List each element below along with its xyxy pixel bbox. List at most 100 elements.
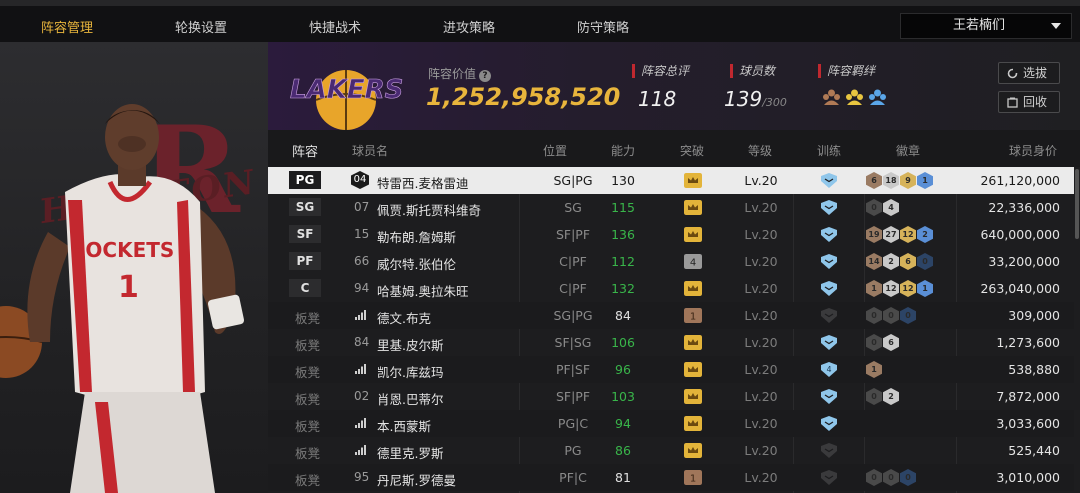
table-row[interactable]: 板凳 02 肖恩.巴蒂尔 SF|PF 103 Lv.20 02 7,872,00… — [268, 383, 1080, 410]
lineup-slot: SF — [289, 225, 321, 243]
badge-icon[interactable]: 18 — [883, 172, 899, 189]
training-icon[interactable] — [819, 281, 839, 296]
player-value: 3,010,000 — [996, 470, 1060, 485]
training-icon[interactable] — [819, 227, 839, 242]
player-ability: 84 — [615, 308, 631, 323]
table-row[interactable]: 板凳 84 里基.皮尔斯 SF|SG 106 Lv.20 06 1,273,60… — [268, 329, 1080, 356]
recycle-button[interactable]: 回收 — [998, 91, 1060, 113]
badge-icon[interactable]: 2 — [883, 253, 899, 270]
table-row[interactable]: C 94 哈基姆.奥拉朱旺 C|PF 132 Lv.20 1 12 12 1 263,… — [268, 275, 1080, 302]
badge-icon[interactable]: 19 — [866, 226, 882, 243]
tab-rotation[interactable]: 轮换设置 — [134, 12, 268, 46]
badge-icon[interactable]: 1 — [866, 361, 882, 378]
table-row[interactable]: PG 04 特雷西.麦格雷迪 SG|PG 130 Lv.20 6 18 9 1 261… — [268, 167, 1080, 194]
table-row[interactable]: PF 66 威尔特.张伯伦 C|PF 112 4 Lv.20 14 2 6 0 33,… — [268, 248, 1080, 275]
table-row[interactable]: SF 15 勒布朗.詹姆斯 SF|PF 136 Lv.20 19 27 12 2 64… — [268, 221, 1080, 248]
player-count-stat: 球员数 139/300 — [724, 64, 787, 111]
signal-icon — [355, 364, 366, 374]
table-row[interactable]: 板凳 凯尔.库兹玛 PF|SF 96 Lv.20 4 1 538,880 — [268, 356, 1080, 383]
training-icon[interactable] — [819, 173, 839, 188]
tab-defense[interactable]: 防守策略 — [536, 12, 670, 46]
training-icon[interactable] — [819, 389, 839, 404]
badge-icon[interactable]: 1 — [917, 172, 933, 189]
player-name: 德文.布克 — [377, 311, 431, 326]
badge-list: 000 — [866, 307, 916, 324]
table-row[interactable]: 板凳 德里克.罗斯 PG 86 Lv.20 525,440 — [268, 437, 1080, 464]
player-level: Lv.20 — [744, 443, 778, 458]
badge-list: 1 — [866, 361, 882, 378]
badge-icon[interactable]: 12 — [883, 280, 899, 297]
badge-icon[interactable]: 0 — [900, 469, 916, 486]
badge-icon[interactable]: 1 — [866, 280, 882, 297]
col-position[interactable]: 位置 — [543, 142, 567, 159]
scrollbar-thumb[interactable] — [1075, 169, 1079, 239]
jersey-number: 95 — [354, 470, 370, 484]
training-inactive-icon[interactable] — [819, 470, 839, 485]
training-icon[interactable] — [819, 200, 839, 215]
col-training[interactable]: 训练 — [817, 142, 841, 159]
badge-icon[interactable]: 12 — [900, 226, 916, 243]
table-row[interactable]: SG 07 佩贾.斯托贾科维奇 SG 115 Lv.20 04 22,336,0… — [268, 194, 1080, 221]
player-value: 640,000,000 — [980, 227, 1060, 242]
training-icon[interactable] — [819, 254, 839, 269]
player-ability: 94 — [615, 416, 631, 431]
chevron-down-icon — [1051, 23, 1061, 29]
badge-icon[interactable]: 0 — [866, 334, 882, 351]
badge-icon[interactable]: 0 — [917, 253, 933, 270]
player-level: Lv.20 — [744, 389, 778, 404]
lineup-slot: C — [289, 279, 321, 297]
tab-quick-tactics[interactable]: 快捷战术 — [268, 12, 402, 46]
badge-icon[interactable]: 1 — [917, 280, 933, 297]
tab-lineup[interactable]: 阵容管理 — [0, 12, 134, 46]
player-ability: 130 — [611, 173, 635, 188]
badge-icon[interactable]: 12 — [900, 280, 916, 297]
rank-4-icon: 4 — [684, 254, 702, 269]
badge-icon[interactable]: 4 — [883, 199, 899, 216]
col-level[interactable]: 等级 — [748, 142, 772, 159]
badge-icon[interactable]: 0 — [866, 307, 882, 324]
badge-icon[interactable]: 9 — [900, 172, 916, 189]
player-value: 1,273,600 — [996, 335, 1060, 350]
player-value: 263,040,000 — [980, 281, 1060, 296]
col-ability[interactable]: 能力 — [611, 142, 635, 159]
badge-icon[interactable]: 14 — [866, 253, 882, 270]
badge-icon[interactable]: 6 — [866, 172, 882, 189]
jersey-number-badge: 04 — [351, 171, 369, 189]
scout-button[interactable]: 选拔 — [998, 62, 1060, 84]
col-breakthrough[interactable]: 突破 — [680, 142, 704, 159]
training-inactive-icon[interactable] — [819, 443, 839, 458]
badge-icon[interactable]: 6 — [883, 334, 899, 351]
training-icon[interactable] — [819, 416, 839, 431]
table-row[interactable]: 板凳 本.西蒙斯 PG|C 94 Lv.20 3,033,600 — [268, 410, 1080, 437]
badge-icon[interactable]: 2 — [917, 226, 933, 243]
badge-icon[interactable]: 2 — [883, 388, 899, 405]
badge-icon[interactable]: 0 — [900, 307, 916, 324]
scrollbar[interactable] — [1074, 167, 1080, 493]
badge-icon[interactable]: 0 — [883, 469, 899, 486]
jersey-number: 94 — [354, 281, 370, 295]
badge-icon[interactable]: 0 — [883, 307, 899, 324]
bond-icons[interactable] — [822, 88, 887, 106]
badge-icon[interactable]: 27 — [883, 226, 899, 243]
badge-icon[interactable]: 6 — [900, 253, 916, 270]
training-icon[interactable]: 4 — [819, 362, 839, 377]
col-lineup[interactable]: 阵容 — [292, 141, 318, 160]
tab-offense[interactable]: 进攻策略 — [402, 12, 536, 46]
col-player-value[interactable]: 球员身价 — [1009, 142, 1057, 159]
jersey-number: 1 — [118, 270, 139, 305]
lineup-rating-label: 阵容总评 — [632, 64, 689, 78]
training-inactive-icon[interactable] — [819, 308, 839, 323]
badge-icon[interactable]: 0 — [866, 388, 882, 405]
badge-icon[interactable]: 0 — [866, 469, 882, 486]
badge-icon[interactable]: 0 — [866, 199, 882, 216]
player-level: Lv.20 — [744, 173, 778, 188]
col-player-name[interactable]: 球员名 — [352, 142, 388, 159]
help-icon[interactable]: ? — [479, 70, 492, 82]
table-row[interactable]: 板凳 95 丹尼斯.罗德曼 PF|C 81 1 Lv.20 000 3,010,… — [268, 464, 1080, 491]
badge-list: 19 27 12 2 — [866, 226, 933, 243]
table-row[interactable]: 板凳 德文.布克 SG|PG 84 1 Lv.20 000 309,000 — [268, 302, 1080, 329]
crown-gold-icon — [684, 389, 702, 404]
team-dropdown[interactable]: 王若楠们 — [900, 13, 1072, 39]
training-icon[interactable] — [819, 335, 839, 350]
col-badges[interactable]: 徽章 — [896, 142, 920, 159]
